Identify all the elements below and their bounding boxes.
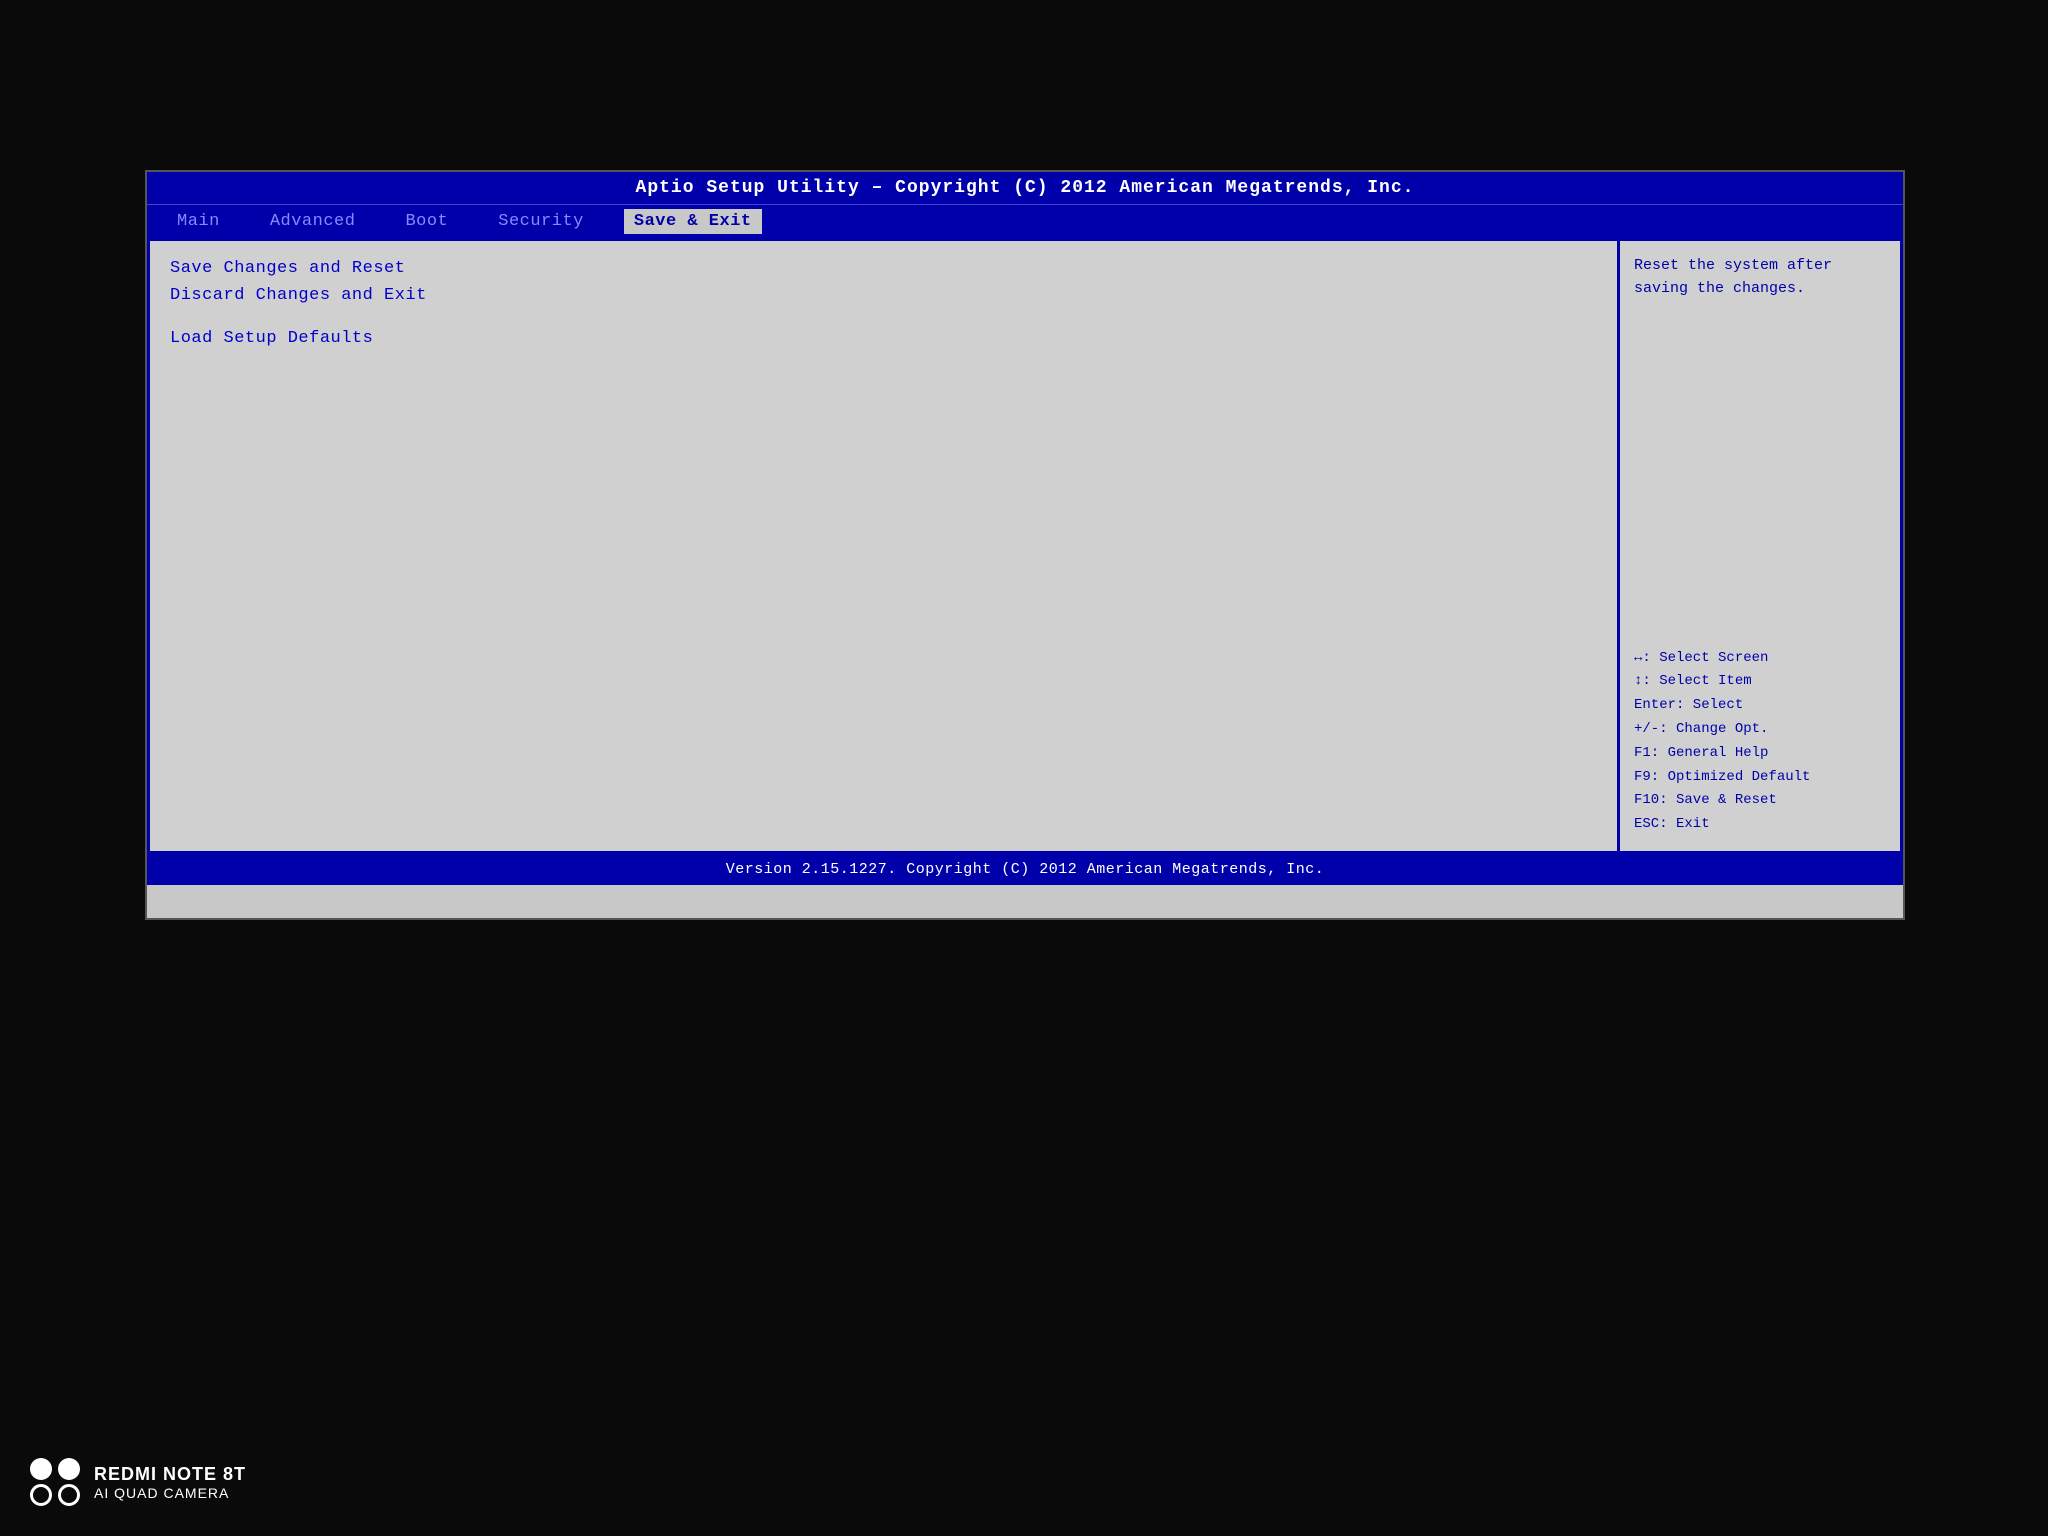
phone-watermark: REDMI NOTE 8T AI QUAD CAMERA — [30, 1458, 246, 1506]
menu-save-exit[interactable]: Save & Exit — [624, 209, 762, 234]
right-panel: Reset the system after saving the change… — [1620, 241, 1900, 851]
camera-circles — [30, 1458, 80, 1480]
circle-2 — [58, 1458, 80, 1480]
help-description: Reset the system after saving the change… — [1634, 255, 1886, 300]
menu-bar[interactable]: Main Advanced Boot Security Save & Exit — [147, 204, 1903, 238]
key-f9-optimized: F9: Optimized Default — [1634, 766, 1886, 790]
option-discard-changes-exit[interactable]: Discard Changes and Exit — [170, 286, 1597, 305]
key-select-screen: ↔: Select Screen — [1634, 647, 1886, 671]
key-select-item: ↕: Select Item — [1634, 670, 1886, 694]
ring-1 — [30, 1484, 52, 1506]
ring-2 — [58, 1484, 80, 1506]
key-enter-select: Enter: Select — [1634, 694, 1886, 718]
menu-main[interactable]: Main — [167, 209, 230, 234]
key-f1-help: F1: General Help — [1634, 742, 1886, 766]
key-help-section: ↔: Select Screen ↕: Select Item Enter: S… — [1634, 647, 1886, 837]
bios-footer: Version 2.15.1227. Copyright (C) 2012 Am… — [726, 861, 1325, 878]
phone-model: REDMI NOTE 8T — [94, 1464, 246, 1485]
key-esc-exit: ESC: Exit — [1634, 813, 1886, 837]
camera-rings — [30, 1484, 80, 1506]
key-f10-save-reset: F10: Save & Reset — [1634, 789, 1886, 813]
footer-bar: Version 2.15.1227. Copyright (C) 2012 Am… — [147, 854, 1903, 885]
menu-advanced[interactable]: Advanced — [260, 209, 366, 234]
circle-1 — [30, 1458, 52, 1480]
title-bar: Aptio Setup Utility – Copyright (C) 2012… — [147, 172, 1903, 204]
menu-spacer — [170, 313, 1597, 329]
option-save-changes-reset[interactable]: Save Changes and Reset — [170, 259, 1597, 278]
left-panel: Save Changes and Reset Discard Changes a… — [150, 241, 1620, 851]
camera-icon — [30, 1458, 80, 1506]
bios-title: Aptio Setup Utility – Copyright (C) 2012… — [636, 178, 1415, 198]
phone-camera: AI QUAD CAMERA — [94, 1485, 246, 1501]
menu-security[interactable]: Security — [488, 209, 594, 234]
option-load-setup-defaults[interactable]: Load Setup Defaults — [170, 329, 1597, 348]
key-change-opt: +/-: Change Opt. — [1634, 718, 1886, 742]
phone-info: REDMI NOTE 8T AI QUAD CAMERA — [94, 1464, 246, 1501]
menu-boot[interactable]: Boot — [395, 209, 458, 234]
bios-screen: Aptio Setup Utility – Copyright (C) 2012… — [145, 170, 1905, 920]
content-area: Save Changes and Reset Discard Changes a… — [147, 238, 1903, 854]
